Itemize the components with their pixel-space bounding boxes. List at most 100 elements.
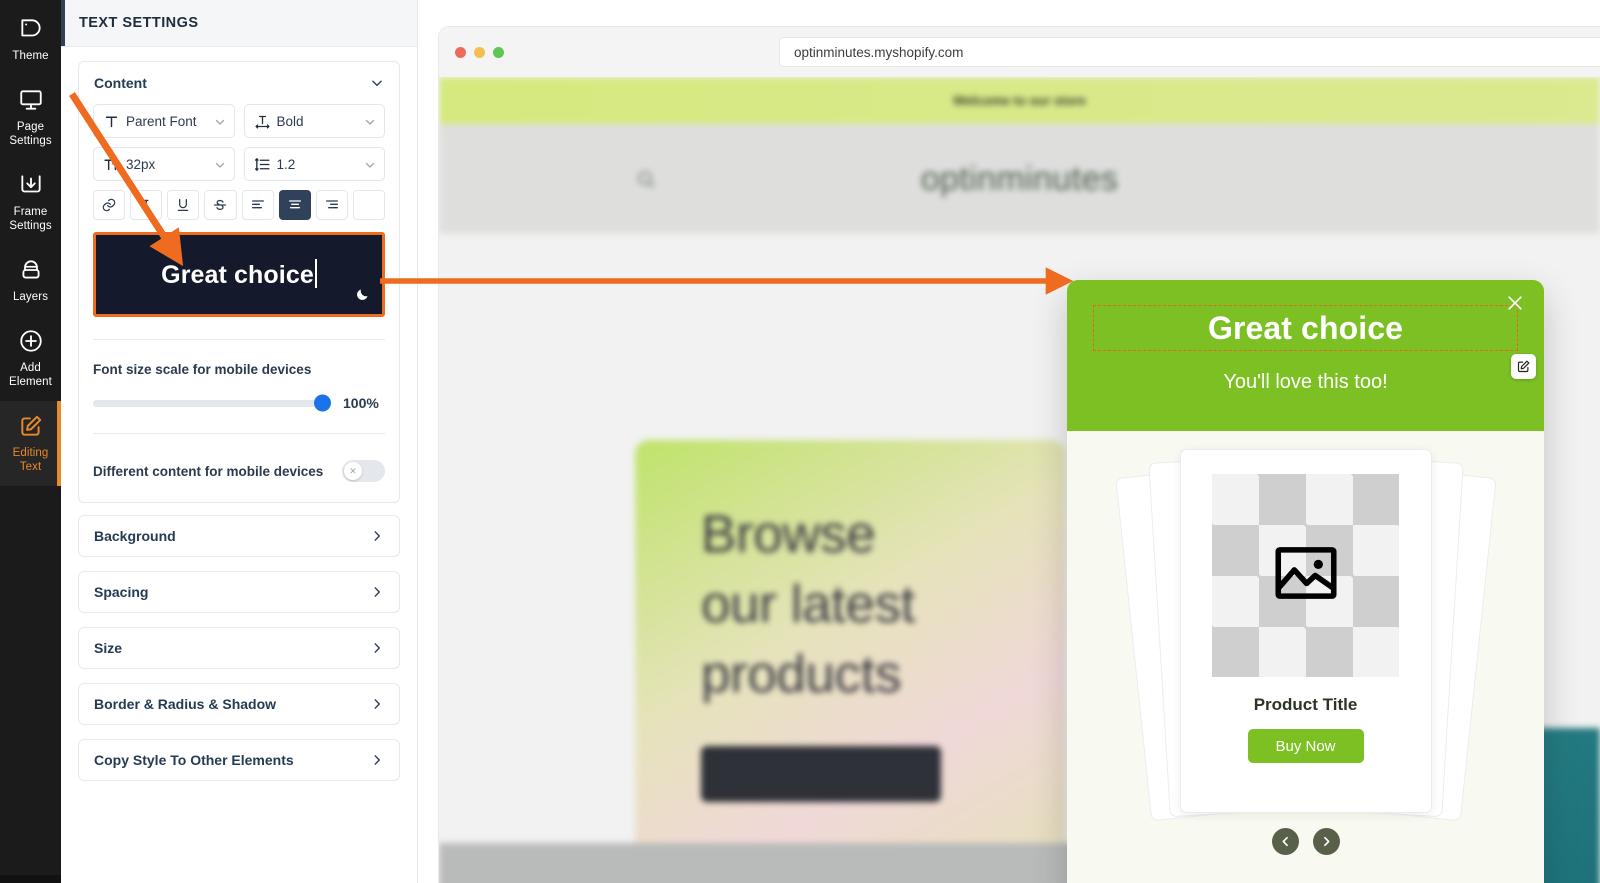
add-element-icon [18, 328, 44, 354]
product-card[interactable]: Product Title Buy Now [1179, 449, 1432, 813]
section-label: Size [94, 640, 123, 656]
hero-heading: Browse our latest products [701, 505, 916, 704]
text-editor-wrapper: Great choice [93, 232, 385, 317]
chevron-right-icon [370, 529, 384, 543]
url-bar[interactable]: optinminutes.myshopify.com [779, 37, 1600, 67]
text-settings-panel: TEXT SETTINGS Content Parent Font Bold 3… [61, 0, 418, 883]
sidebar-item-frame-settings[interactable]: Frame Settings [0, 160, 61, 245]
popup-header: Great choice You'll love this too! [1067, 280, 1544, 431]
content-section-label: Content [94, 75, 147, 91]
content-section: Content Parent Font Bold 32px 1.2 Great … [78, 61, 400, 503]
chevron-right-icon[interactable] [1312, 828, 1340, 855]
dark-mode-toggle-icon[interactable] [350, 282, 374, 306]
italic-icon[interactable] [130, 190, 163, 220]
content-section-header[interactable]: Content [79, 62, 399, 104]
text-editor[interactable]: Great choice [93, 232, 385, 317]
announcement-bar: Welcome to our store [439, 77, 1600, 124]
line-height-select[interactable]: 1.2 [243, 147, 385, 181]
frame-settings-icon [18, 172, 44, 198]
minimize-window-dot[interactable] [474, 46, 485, 58]
chevron-right-icon [370, 641, 384, 655]
product-image-placeholder [1212, 474, 1399, 677]
search-icon[interactable] [635, 168, 657, 190]
font-size-value: 32px [126, 156, 156, 172]
sidebar-item-label: Editing Text [12, 447, 49, 473]
maximize-window-dot[interactable] [493, 46, 504, 58]
align-left-icon[interactable] [241, 190, 274, 220]
preview-canvas: optinminutes.myshopify.com Welcome to ou… [418, 0, 1600, 883]
chevron-right-icon [370, 753, 384, 767]
chevron-left-icon[interactable] [1271, 828, 1299, 855]
popup-modal: Great choice You'll love this too! Produ… [1067, 280, 1544, 883]
popup-body: Product Title Buy Now [1067, 431, 1544, 883]
popup-subtitle: You'll love this too! [1223, 371, 1388, 393]
line-height-value: 1.2 [276, 156, 296, 172]
align-right-icon[interactable] [315, 190, 348, 220]
page-settings-icon [18, 87, 44, 113]
font-row-2: 32px 1.2 [93, 147, 385, 181]
chevron-down-icon [214, 158, 226, 170]
divider [93, 433, 385, 434]
sidebar-item-label: Add Element [9, 362, 52, 388]
section-copy-style[interactable]: Copy Style To Other Elements [78, 739, 400, 781]
strikethrough-icon[interactable] [204, 190, 237, 220]
section-background[interactable]: Background [78, 515, 400, 557]
section-label: Background [94, 528, 176, 544]
sidebar-item-label: Frame Settings [9, 206, 52, 232]
font-weight-icon [254, 113, 271, 130]
announcement-text: Welcome to our store [953, 93, 1086, 108]
app-root: Theme Page Settings Frame Settings Layer… [0, 0, 1600, 883]
mobile-scale-slider[interactable] [93, 394, 331, 412]
underline-icon[interactable] [167, 190, 200, 220]
close-window-dot[interactable] [455, 46, 466, 58]
toolbar-empty-slot [352, 190, 385, 220]
mobile-scale-row: 100% [93, 394, 385, 412]
content-section-body: Parent Font Bold 32px 1.2 Great choice F… [79, 104, 399, 502]
align-center-icon[interactable] [278, 190, 311, 220]
different-content-row: Different content for mobile devices ✕ [93, 460, 385, 488]
sidebar-item-add-element[interactable]: Add Element [0, 316, 61, 401]
page-title: TEXT SETTINGS [79, 15, 199, 31]
site-preview: Welcome to our store optinminutes Browse… [439, 77, 1600, 883]
section-label: Copy Style To Other Elements [94, 752, 294, 768]
line-height-icon [254, 156, 271, 173]
popup-title-selection[interactable]: Great choice [1093, 305, 1518, 351]
section-border-radius-shadow[interactable]: Border & Radius & Shadow [78, 683, 400, 725]
browser-toolbar: optinminutes.myshopify.com [439, 27, 1600, 77]
section-size[interactable]: Size [78, 627, 400, 669]
font-family-value: Parent Font [126, 113, 197, 129]
toggle-knob: ✕ [344, 462, 362, 480]
hero-cta-button[interactable] [701, 745, 941, 802]
browser-frame: optinminutes.myshopify.com Welcome to ou… [439, 27, 1600, 883]
mobile-scale-value: 100% [343, 395, 379, 411]
buy-now-button[interactable]: Buy Now [1247, 729, 1364, 763]
sidebar-item-editing-text[interactable]: Editing Text [0, 401, 61, 486]
close-icon[interactable] [1505, 293, 1525, 313]
font-family-icon [103, 113, 120, 130]
edit-pencil-icon[interactable] [1511, 354, 1536, 379]
image-placeholder-icon [1269, 536, 1343, 615]
url-text: optinminutes.myshopify.com [794, 44, 964, 60]
slider-knob[interactable] [314, 394, 331, 412]
sidebar-item-theme[interactable]: Theme [0, 4, 61, 75]
font-weight-select[interactable]: Bold [243, 104, 385, 138]
link-icon[interactable] [93, 190, 126, 220]
font-size-select[interactable]: 32px [93, 147, 235, 181]
sidebar-item-layers[interactable]: Layers [0, 245, 61, 316]
sidebar-item-label: Page Settings [9, 121, 52, 147]
font-family-select[interactable]: Parent Font [93, 104, 235, 138]
product-title: Product Title [1253, 695, 1358, 714]
left-nav-rail: Theme Page Settings Frame Settings Layer… [0, 0, 61, 883]
chevron-right-icon [370, 697, 384, 711]
panel-header: TEXT SETTINGS [61, 0, 417, 47]
product-card-stack: Product Title Buy Now [1114, 449, 1497, 822]
panel-body: Content Parent Font Bold 32px 1.2 Great … [61, 47, 417, 781]
hero-section: Browse our latest products [635, 440, 1065, 883]
sidebar-item-page-settings[interactable]: Page Settings [0, 75, 61, 160]
carousel-nav [1271, 828, 1340, 855]
section-spacing[interactable]: Spacing [78, 571, 400, 613]
sidebar-item-label: Layers [12, 291, 49, 303]
different-content-toggle[interactable]: ✕ [342, 460, 385, 482]
text-editor-value: Great choice [161, 259, 317, 290]
chevron-down-icon [364, 115, 376, 127]
